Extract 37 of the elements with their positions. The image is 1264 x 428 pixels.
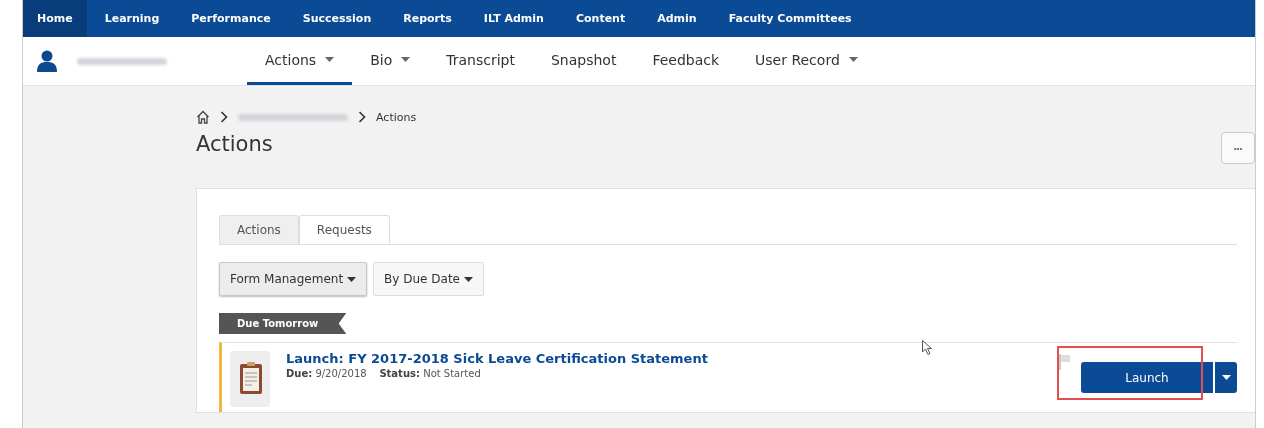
sub-nav-tab[interactable]: Feedback — [634, 37, 738, 85]
nav-tab[interactable]: Reports — [389, 0, 466, 37]
tab[interactable]: Requests — [298, 215, 390, 244]
sub-nav-tab[interactable]: User Record — [737, 37, 876, 85]
clipboard-icon — [230, 351, 270, 407]
nav-tab[interactable]: Learning — [90, 0, 174, 37]
breadcrumb-link[interactable]: Actions — [376, 110, 417, 124]
sub-nav-tab[interactable]: Actions — [247, 37, 353, 85]
nav-tab[interactable]: Succession — [288, 0, 386, 37]
sub-nav-tab[interactable]: Snapshot — [532, 37, 635, 85]
nav-tab[interactable]: Admin — [643, 0, 711, 37]
more-button[interactable]: ••• — [1221, 132, 1255, 164]
cursor-icon — [922, 340, 932, 355]
action-link[interactable]: Launch: FY 2017-2018 Sick Leave Certification Statement — [286, 351, 708, 366]
user-avatar-icon — [37, 50, 57, 72]
page-title: Actions — [196, 132, 274, 156]
nav-tab[interactable]: Content — [561, 0, 640, 37]
nav-tab[interactable]: Performance — [177, 0, 285, 37]
nav-tab[interactable]: ILT Admin — [469, 0, 558, 37]
caret-icon — [347, 276, 357, 282]
home-icon — [196, 110, 210, 124]
nav-tab[interactable]: Home — [23, 0, 87, 37]
caret-icon — [1221, 375, 1231, 380]
dropdown-button[interactable] — [1215, 362, 1237, 393]
flag-icon — [1059, 354, 1071, 370]
caret-icon — [463, 276, 473, 282]
launch-button[interactable]: Launch — [1081, 362, 1213, 393]
sub-nav-tab[interactable]: Transcript — [428, 37, 533, 85]
sub-nav-tab[interactable]: Bio — [352, 37, 429, 85]
chevron-icon — [220, 111, 228, 123]
tab[interactable]: Actions — [219, 215, 299, 244]
due-status-text: Due: 9/20/2018 Status: Not Started — [286, 368, 482, 379]
group-ribbon: Due Tomorrow — [219, 313, 347, 334]
nav-tab[interactable]: Faculty Committees — [714, 0, 866, 37]
chevron-icon — [358, 111, 366, 123]
filter-dropdown[interactable]: Form Management — [219, 262, 368, 296]
filter-dropdown[interactable]: By Due Date — [373, 262, 484, 296]
